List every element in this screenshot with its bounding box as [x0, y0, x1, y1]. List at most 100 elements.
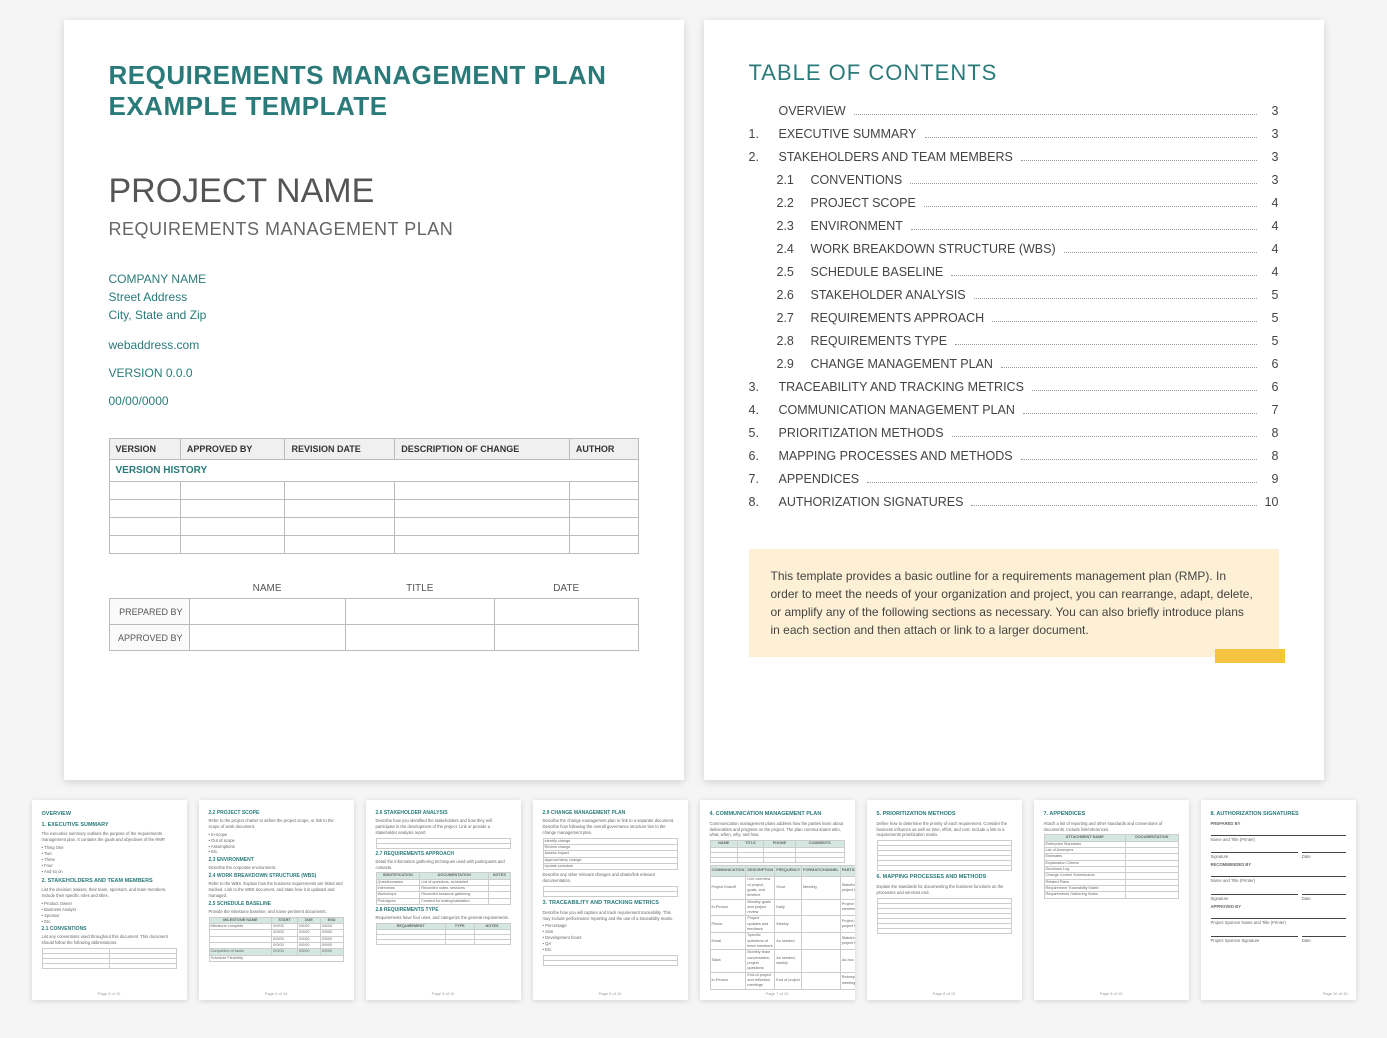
doc-title-line1: REQUIREMENTS MANAGEMENT PLAN — [109, 60, 607, 90]
h-prior: 5. PRIORITIZATION METHODS — [877, 811, 1012, 819]
pgnum: Page 4 of 10 — [265, 991, 288, 997]
thumb-page-4: 2.2 PROJECT SCOPE Refer to the project c… — [199, 800, 354, 1000]
pgnum: Page 7 of 10 — [766, 991, 789, 997]
toc-item[interactable]: 2.5SCHEDULE BASELINE4 — [749, 265, 1279, 279]
env-text: Describe the corporate environment. — [209, 865, 344, 871]
thumb-page-10: 8. AUTHORIZATION SIGNATURES PREPARED BY … — [1201, 800, 1356, 1000]
sign-h-name: NAME — [189, 579, 345, 599]
thumbnail-row: OVERVIEW 1. EXECUTIVE SUMMARY The execut… — [20, 800, 1367, 1000]
subtitle: REQUIREMENTS MANAGEMENT PLAN — [109, 219, 639, 240]
h-overview: OVERVIEW — [42, 811, 177, 819]
doc-version: VERSION 0.0.0 — [109, 366, 639, 380]
wbs-text: Refer to the WBS. Explain how the busine… — [209, 881, 344, 899]
h-exec: 1. EXECUTIVE SUMMARY — [42, 822, 177, 830]
toc-item[interactable]: 1.EXECUTIVE SUMMARY3 — [749, 127, 1279, 141]
toc-item[interactable]: 2.STAKEHOLDERS AND TEAM MEMBERS3 — [749, 150, 1279, 164]
note-accent — [1215, 649, 1285, 663]
h-env: 2.3 ENVIRONMENT — [209, 857, 344, 864]
project-name: PROJECT NAME — [109, 172, 639, 211]
thumb-page-6: 2.9 CHANGE MANAGEMENT PLAN Describe the … — [533, 800, 688, 1000]
stake-text: List the decision makers, their team, sp… — [42, 887, 177, 899]
signoff-table: NAME TITLE DATE PREPARED BY APPROVED BY — [109, 579, 639, 651]
comm-text: Communication management plans address h… — [710, 821, 845, 839]
company-block: COMPANY NAME Street Address City, State … — [109, 270, 639, 324]
map-text: Explain the standards for documenting th… — [877, 884, 1012, 896]
sign-label-prepared: PREPARED BY — [109, 599, 189, 625]
toc-item[interactable]: 2.7REQUIREMENTS APPROACH5 — [749, 311, 1279, 325]
vh-h-version: VERSION — [109, 439, 180, 460]
version-history-table: VERSION HISTORY VERSION APPROVED BY REVI… — [109, 438, 639, 554]
toc-item[interactable]: 2.8REQUIREMENTS TYPE5 — [749, 334, 1279, 348]
pgnum: Page 8 of 10 — [933, 991, 956, 997]
vh-h-author: AUTHOR — [569, 439, 638, 460]
req-text: Detail the information gathering techniq… — [376, 859, 511, 871]
conv-text: List any conventions used throughout thi… — [42, 934, 177, 946]
toc-item[interactable]: 6.MAPPING PROCESSES AND METHODS8 — [749, 449, 1279, 463]
h-reqtype: 2.8 REQUIREMENTS TYPE — [376, 907, 511, 914]
sign-row-prepared: PREPARED BY — [109, 599, 638, 625]
toc-item[interactable]: 2.3ENVIRONMENT4 — [749, 219, 1279, 233]
toc-item[interactable]: 8.AUTHORIZATION SIGNATURES10 — [749, 495, 1279, 509]
toc-item[interactable]: 2.4WORK BREAKDOWN STRUCTURE (WBS)4 — [749, 242, 1279, 256]
vh-h-desc: DESCRIPTION OF CHANGE — [395, 439, 570, 460]
h-conv: 2.1 CONVENTIONS — [42, 926, 177, 933]
sign-label-approved: APPROVED BY — [109, 625, 189, 651]
toc-item[interactable]: 4.COMMUNICATION MANAGEMENT PLAN7 — [749, 403, 1279, 417]
vh-row — [109, 518, 638, 536]
chg-text2: Describe any other relevant changes and … — [543, 872, 678, 884]
h-app: 7. APPENDICES — [1044, 811, 1179, 819]
toc-item[interactable]: 5.PRIORITIZATION METHODS8 — [749, 426, 1279, 440]
vh-row — [109, 482, 638, 500]
prior-text: Define how to determine the priority of … — [877, 821, 1012, 839]
toc-item[interactable]: 2.6STAKEHOLDER ANALYSIS5 — [749, 288, 1279, 302]
vh-h-approved: APPROVED BY — [180, 439, 285, 460]
toc-item[interactable]: 2.9CHANGE MANAGEMENT PLAN6 — [749, 357, 1279, 371]
h-stakean: 2.6 STAKEHOLDER ANALYSIS — [376, 810, 511, 817]
scope-text: Refer to the project charter to define t… — [209, 818, 344, 830]
exec-text: The executive summary outlines the purpo… — [42, 831, 177, 843]
toc-item[interactable]: 2.1CONVENTIONS3 — [749, 173, 1279, 187]
h-req: 2.7 REQUIREMENTS APPROACH — [376, 851, 511, 858]
h-auth: 8. AUTHORIZATION SIGNATURES — [1211, 811, 1346, 819]
company-web: webaddress.com — [109, 338, 639, 352]
pgnum: Page 3 of 10 — [98, 991, 121, 997]
chg-text: Describe the change management plan or l… — [543, 818, 678, 836]
doc-title-line2: EXAMPLE TEMPLATE — [109, 91, 388, 121]
company-name: COMPANY NAME — [109, 270, 639, 288]
h-scope: 2.2 PROJECT SCOPE — [209, 810, 344, 817]
doc-title: REQUIREMENTS MANAGEMENT PLAN EXAMPLE TEM… — [109, 60, 639, 122]
pgnum: Page 5 of 10 — [432, 991, 455, 997]
toc-item[interactable]: 7.APPENDICES9 — [749, 472, 1279, 486]
company-street: Street Address — [109, 288, 639, 306]
toc-page: TABLE OF CONTENTS OVERVIEW3 1.EXECUTIVE S… — [704, 20, 1324, 780]
thumb-page-5: 2.6 STAKEHOLDER ANALYSIS Describe how yo… — [366, 800, 521, 1000]
h-map: 6. MAPPING PROCESSES AND METHODS — [877, 874, 1012, 882]
note-text: This template provides a basic outline f… — [771, 569, 1253, 637]
vh-row — [109, 536, 638, 554]
thumb-page-3: OVERVIEW 1. EXECUTIVE SUMMARY The execut… — [32, 800, 187, 1000]
app-text: Attach a list of reporting and other sta… — [1044, 821, 1179, 833]
toc-list: OVERVIEW3 1.EXECUTIVE SUMMARY3 2.STAKEHOLD… — [749, 104, 1279, 509]
vh-row — [109, 500, 638, 518]
sign-h-date: DATE — [494, 579, 638, 599]
h-sched: 2.5 SCHEDULE BASELINE — [209, 901, 344, 908]
trace-text: Describe how you will capture and track … — [543, 910, 678, 922]
doc-date: 00/00/0000 — [109, 394, 639, 408]
pgnum: Page 10 of 10 — [1323, 991, 1348, 997]
note-box: This template provides a basic outline f… — [749, 549, 1279, 657]
toc-title: TABLE OF CONTENTS — [749, 60, 1279, 86]
h-comm: 4. COMMUNICATION MANAGEMENT PLAN — [710, 811, 845, 819]
toc-item[interactable]: 2.2PROJECT SCOPE4 — [749, 196, 1279, 210]
sched-text: Provide the milestone baseline, and name… — [209, 909, 344, 915]
thumb-page-8: 5. PRIORITIZATION METHODS Define how to … — [867, 800, 1022, 1000]
vh-h-revdate: REVISION DATE — [285, 439, 395, 460]
toc-item[interactable]: OVERVIEW3 — [749, 104, 1279, 118]
h-stake: 2. STAKEHOLDERS AND TEAM MEMBERS — [42, 878, 177, 886]
thumb-page-7: 4. COMMUNICATION MANAGEMENT PLAN Communi… — [700, 800, 855, 1000]
sign-h-title: TITLE — [345, 579, 494, 599]
h-trace: 3. TRACEABILITY AND TRACKING METRICS — [543, 900, 678, 908]
h-chg: 2.9 CHANGE MANAGEMENT PLAN — [543, 810, 678, 817]
toc-item[interactable]: 3.TRACEABILITY AND TRACKING METRICS6 — [749, 380, 1279, 394]
stakean-text: Describe how you identified the stakehol… — [376, 818, 511, 836]
sign-row-approved: APPROVED BY — [109, 625, 638, 651]
